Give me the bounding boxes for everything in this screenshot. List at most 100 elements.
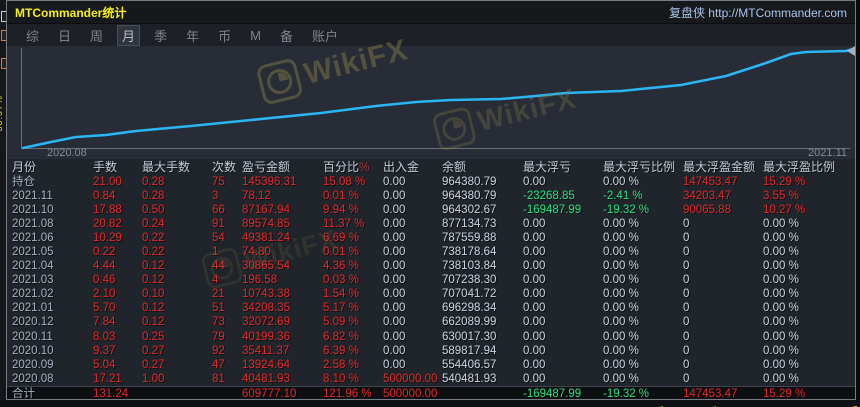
table-cell: 44 bbox=[212, 260, 225, 273]
table-cell: 964380.79 bbox=[442, 176, 497, 188]
table-cell: 0.22 bbox=[142, 246, 165, 259]
equity-curve-chart bbox=[21, 47, 855, 150]
column-header[interactable]: 手数 bbox=[93, 159, 142, 175]
table-cell: 10.27 % bbox=[763, 204, 806, 217]
menu-item-year[interactable]: 年 bbox=[181, 25, 204, 46]
table-cell: 2020.08 bbox=[12, 372, 54, 385]
table-row[interactable]: 2020.09 5.04 0.27 47 13924.64 2.58 % 0.00 55440… bbox=[7, 358, 855, 372]
column-header[interactable]: 百分比% bbox=[323, 159, 383, 175]
table-cell: 3 bbox=[212, 190, 219, 203]
table-row[interactable]: 2021.03 0.46 0.12 4 196.58 0.03 % 0.00 707238.3… bbox=[7, 273, 855, 287]
menu-item-magic[interactable]: M bbox=[245, 27, 266, 44]
table-cell: 持仓 bbox=[12, 176, 35, 188]
table-cell: 4 bbox=[212, 274, 219, 287]
table-cell: 5.70 bbox=[93, 302, 116, 315]
table-cell: 81 bbox=[212, 372, 225, 385]
table-row[interactable]: 2021.10 17.88 0.50 66 87167.94 9.94 % 0.00 9643… bbox=[7, 203, 855, 217]
table-cell: 5.04 bbox=[93, 358, 116, 371]
table-cell: 0.00 % bbox=[763, 372, 799, 385]
column-header[interactable]: 最大浮亏比例 bbox=[603, 159, 683, 175]
table-row[interactable]: 2020.10 9.37 0.27 92 35411.37 6.39 % 0.00 58981… bbox=[7, 344, 855, 358]
table-row[interactable]: 2021.11 0.84 0.28 3 78.12 0.01 % 0.00 964380.79… bbox=[7, 189, 855, 203]
table-cell: 40481.93 bbox=[242, 372, 290, 385]
column-header[interactable]: 最大浮盈比例 bbox=[763, 159, 855, 175]
table-cell: 0 bbox=[683, 260, 690, 273]
table-row[interactable]: 2021.04 4.44 0.12 44 30865.54 4.36 % 0.00 73810… bbox=[7, 259, 855, 273]
table-cell: 0.00 % bbox=[603, 344, 639, 357]
table-row[interactable]: 2021.05 0.22 0.22 1 74.80 0.01 % 0.00 738178.64… bbox=[7, 245, 855, 259]
menu-item-month[interactable]: 月 bbox=[117, 24, 141, 46]
table-cell: 40199.36 bbox=[242, 330, 290, 343]
menu-item-day[interactable]: 日 bbox=[53, 25, 76, 46]
table-row[interactable]: 持仓 21.00 0.28 75 145396.31 15.08 % 0.00 964380.… bbox=[7, 175, 855, 189]
column-header[interactable]: 月份 bbox=[12, 159, 93, 175]
table-cell: 0 bbox=[683, 218, 690, 231]
table-cell: 0.84 bbox=[93, 190, 116, 203]
table-row[interactable]: 2021.01 5.70 0.12 51 34208.35 5.17 % 0.00 69629… bbox=[7, 301, 855, 315]
menu-item-note[interactable]: 备 bbox=[275, 25, 298, 46]
table-total-row[interactable]: 合计 131.24 609777.10 121.96 % 500000.00 -16948… bbox=[7, 385, 855, 400]
chart-pane[interactable]: 2020.08 2021.11 bbox=[7, 46, 855, 159]
table-cell: 0.00 bbox=[523, 232, 546, 245]
table-cell: 66 bbox=[212, 204, 225, 217]
table-cell: 0.00 % bbox=[603, 288, 639, 301]
table-cell: -169487.99 bbox=[523, 387, 582, 400]
menu-item-week[interactable]: 周 bbox=[85, 25, 108, 46]
table-cell: 0.00 bbox=[383, 288, 406, 301]
table-cell: 0.00 bbox=[383, 218, 406, 231]
table-cell: 1.54 % bbox=[323, 288, 359, 301]
table-row[interactable]: 2021.08 20.82 0.24 91 89574.85 11.37 % 0.00 877… bbox=[7, 217, 855, 231]
table-cell: 2021.05 bbox=[12, 246, 54, 259]
table-cell: 7.84 bbox=[93, 316, 116, 329]
table-cell: 0.00 % bbox=[763, 232, 799, 245]
table-cell: 91 bbox=[212, 218, 225, 231]
table-cell: 0.00 % bbox=[763, 288, 799, 301]
table-row[interactable]: 2020.12 7.84 0.12 73 32072.69 5.09 % 0.00 66208… bbox=[7, 315, 855, 329]
screen: 50.97% MTCommander统计 复盘侠 http://MTComman… bbox=[0, 0, 860, 407]
table-row[interactable]: 2021.02 2.10 0.10 21 10743.38 1.54 % 0.00 70704… bbox=[7, 287, 855, 301]
table-cell: 15.08 % bbox=[323, 176, 366, 188]
column-header[interactable]: 盈亏金额 bbox=[242, 159, 323, 175]
column-header[interactable]: 出入金 bbox=[383, 159, 442, 175]
column-header[interactable]: 最大浮盈金额 bbox=[683, 159, 763, 175]
table-body: 持仓 21.00 0.28 75 145396.31 15.08 % 0.00 964380.… bbox=[7, 175, 855, 400]
table-row[interactable]: 2021.06 10.29 0.22 54 49381.24 6.69 % 0.00 7875… bbox=[7, 231, 855, 245]
column-header[interactable]: 最大手数 bbox=[142, 159, 212, 175]
menu-item-summary[interactable]: 综 bbox=[21, 25, 44, 46]
table-cell: 21.00 bbox=[93, 176, 122, 188]
table-cell: 0.00 % bbox=[763, 302, 799, 315]
table-cell: 35411.37 bbox=[242, 344, 290, 357]
title-bar[interactable]: MTCommander统计 复盘侠 http://MTCommander.com bbox=[7, 1, 855, 24]
table-cell: 92 bbox=[212, 344, 225, 357]
table-cell: 2020.10 bbox=[12, 344, 54, 357]
table-cell: 79 bbox=[212, 330, 225, 343]
table-cell: 0.00 % bbox=[603, 358, 639, 371]
stats-table: 月份 手数 最大手数 次数 盈亏金额 百分比% 出入金 余额 最大浮亏 最大浮亏比例 最大浮盈金额最… bbox=[7, 159, 855, 399]
scroll-left-arrow-icon[interactable] bbox=[847, 46, 855, 56]
table-cell: 131.24 bbox=[93, 387, 129, 400]
table-cell: 145396.31 bbox=[242, 176, 297, 188]
table-cell: 0 bbox=[683, 274, 690, 287]
column-header[interactable]: 次数 bbox=[212, 159, 242, 175]
table-cell: 0.00 % bbox=[603, 330, 639, 343]
table-cell: 2021.11 bbox=[12, 190, 53, 203]
table-cell: -19.32 % bbox=[603, 387, 650, 400]
table-cell: 0.00 % bbox=[603, 176, 639, 188]
table-cell: 0.27 bbox=[142, 358, 165, 371]
menu-item-currency[interactable]: 币 bbox=[213, 25, 236, 46]
table-cell: 2020.12 bbox=[12, 316, 54, 329]
menu-item-account[interactable]: 账户 bbox=[307, 25, 343, 46]
table-cell: 2021.04 bbox=[12, 260, 54, 273]
column-header[interactable]: 余额 bbox=[442, 159, 523, 175]
menu-item-quarter[interactable]: 季 bbox=[149, 25, 172, 46]
brand-link[interactable]: 复盘侠 http://MTCommander.com bbox=[669, 4, 847, 21]
table-cell: 0.12 bbox=[142, 302, 165, 315]
table-cell: 32072.69 bbox=[242, 316, 290, 329]
table-cell: 0.00 % bbox=[603, 260, 639, 273]
table-cell: 0.00 bbox=[383, 204, 406, 217]
table-row[interactable]: 2020.08 17.21 1.00 81 40481.93 8.10 % 500000.0… bbox=[7, 372, 855, 386]
column-header[interactable]: 最大浮亏 bbox=[523, 159, 603, 175]
table-cell: 2021.01 bbox=[12, 302, 54, 315]
table-row[interactable]: 2020.11 8.03 0.25 79 40199.36 6.82 % 0.00 63001… bbox=[7, 330, 855, 344]
table-cell: 0 bbox=[683, 358, 690, 371]
